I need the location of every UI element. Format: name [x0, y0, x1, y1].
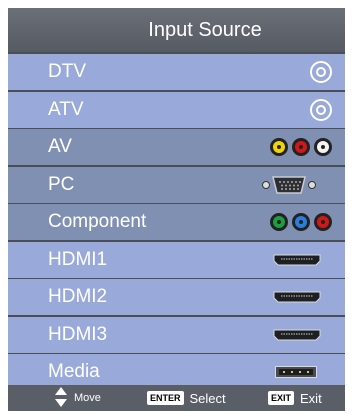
- enter-key-icon: ENTER: [147, 391, 184, 405]
- source-label: Component: [48, 211, 147, 232]
- move-label: Move: [74, 392, 101, 404]
- hdmi-port-icon: [273, 317, 321, 353]
- input-source-menu: Input Source DTV ATV AV PC Component HDM…: [8, 8, 345, 411]
- menu-title: Input Source: [8, 8, 345, 52]
- composite-rca-icon: [269, 129, 333, 165]
- source-label: DTV: [48, 61, 86, 82]
- source-label: HDMI3: [48, 323, 108, 345]
- source-item-atv[interactable]: ATV: [8, 91, 345, 128]
- antenna-icon: [309, 92, 333, 128]
- vga-port-icon: [261, 167, 317, 203]
- source-item-hdmi3[interactable]: HDMI3: [8, 316, 345, 353]
- source-label: ATV: [48, 98, 84, 120]
- hdmi-port-icon: [273, 242, 321, 278]
- source-item-av[interactable]: AV: [8, 129, 345, 165]
- select-hint: ENTER Select: [147, 385, 226, 411]
- select-label: Select: [189, 390, 226, 406]
- source-label: HDMI2: [48, 286, 108, 307]
- up-down-arrows-icon: [54, 386, 68, 411]
- exit-label: Exit: [300, 390, 322, 406]
- component-rca-icon: [269, 204, 333, 240]
- hdmi-port-icon: [273, 279, 321, 315]
- source-label: PC: [48, 173, 75, 195]
- source-item-pc[interactable]: PC: [8, 166, 345, 203]
- source-label: Media: [48, 361, 100, 382]
- footer-hint-bar: Move ENTER Select EXIT Exit: [8, 385, 345, 411]
- antenna-icon: [309, 54, 333, 90]
- exit-key-icon: EXIT: [268, 391, 295, 405]
- source-item-component[interactable]: Component: [8, 204, 345, 240]
- source-item-hdmi2[interactable]: HDMI2: [8, 279, 345, 315]
- source-item-dtv[interactable]: DTV: [8, 54, 345, 90]
- source-item-hdmi1[interactable]: HDMI1: [8, 241, 345, 278]
- source-label: HDMI1: [48, 248, 108, 270]
- source-label: AV: [48, 136, 72, 157]
- source-list: DTV ATV AV PC Component HDMI1 HDMI2 HDMI…: [8, 54, 345, 392]
- exit-hint[interactable]: EXIT Exit: [268, 385, 322, 411]
- move-hint: Move: [54, 385, 101, 411]
